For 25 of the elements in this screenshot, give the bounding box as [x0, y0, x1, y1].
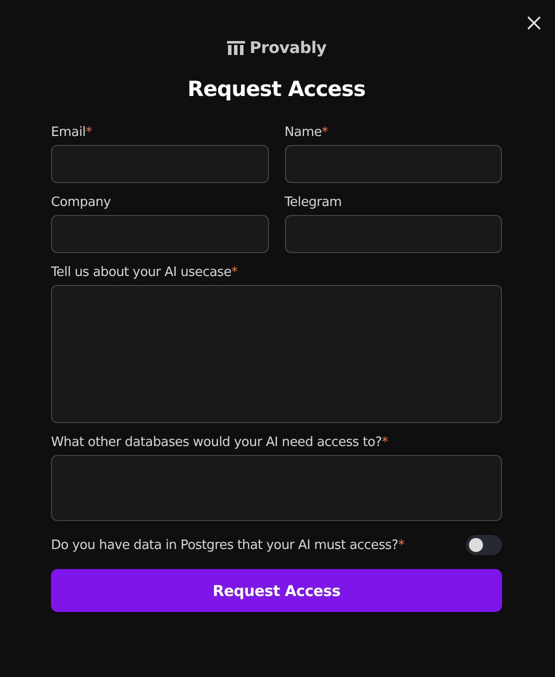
toggle-label: Do you have data in Postgres that your AI must access? — [51, 538, 398, 552]
required-mark: * — [231, 265, 238, 280]
required-mark: * — [382, 435, 388, 450]
input-field[interactable] — [51, 215, 268, 253]
form-title: Request Access — [186, 77, 366, 101]
field-label: Company — [51, 195, 111, 210]
field-label: Name — [284, 125, 322, 140]
input-field[interactable] — [284, 215, 502, 253]
toggle-switch[interactable] — [466, 535, 502, 555]
required-mark: * — [86, 125, 92, 140]
field-label: What other databases would your AI need access to? — [51, 435, 382, 450]
submit-button[interactable]: Request Access — [51, 569, 502, 612]
close-button[interactable] — [525, 14, 543, 32]
input-field[interactable] — [51, 145, 268, 183]
close-icon — [525, 14, 543, 32]
field-label: Tell us about your AI usecase — [51, 265, 232, 280]
field-label: Telegram — [284, 195, 342, 210]
text-area[interactable] — [51, 285, 502, 423]
logo-icon — [226, 40, 245, 54]
field-label: Email — [51, 125, 86, 140]
required-mark: * — [322, 125, 328, 140]
required-mark: * — [398, 538, 404, 552]
text-area[interactable] — [51, 455, 502, 521]
brand-name: Provably — [250, 38, 326, 57]
input-field[interactable] — [284, 145, 502, 183]
